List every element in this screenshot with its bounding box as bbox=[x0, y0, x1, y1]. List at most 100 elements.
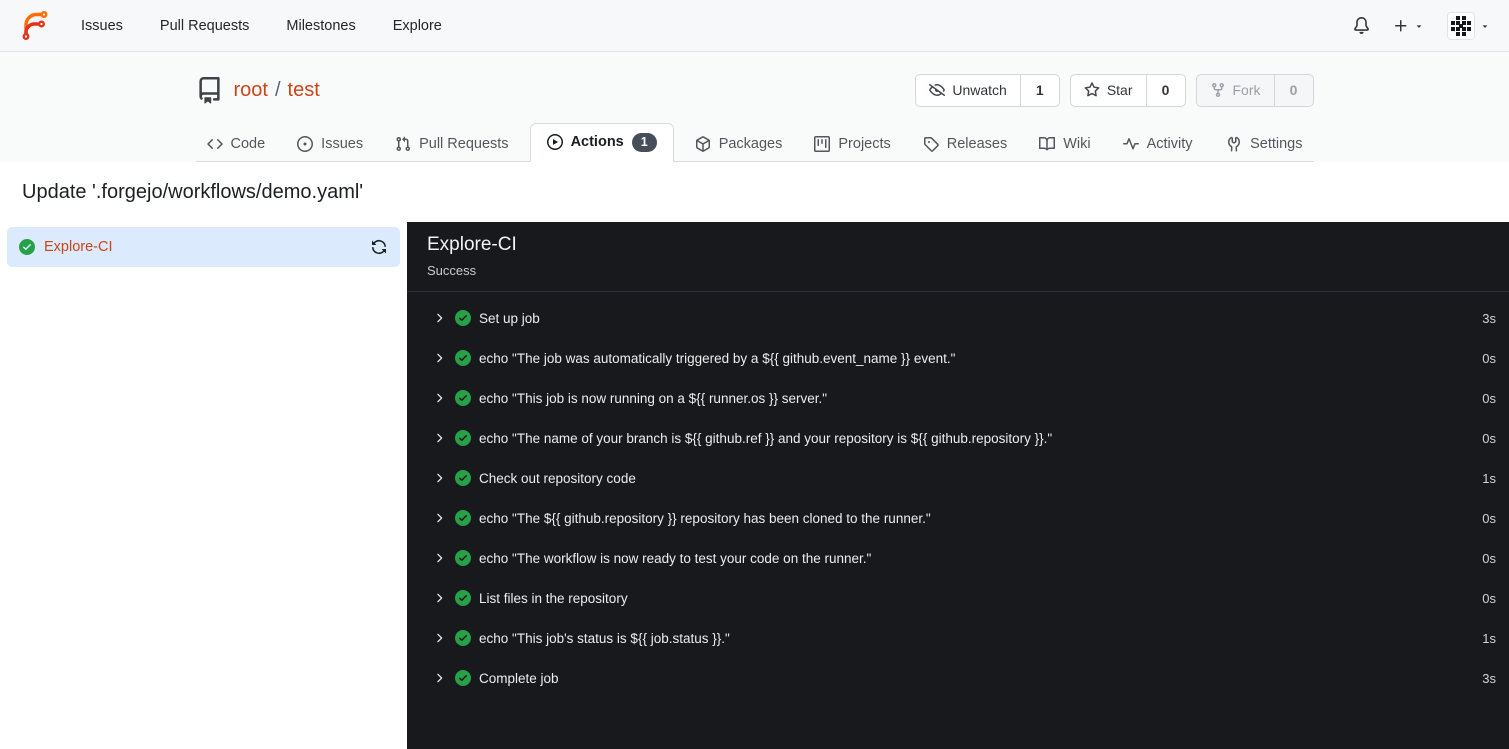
stars-count[interactable]: 0 bbox=[1145, 74, 1185, 106]
forks-count[interactable]: 0 bbox=[1273, 74, 1313, 106]
navbar-right bbox=[1353, 11, 1490, 40]
check-circle-icon bbox=[455, 590, 471, 606]
tab-packages[interactable]: Packages bbox=[684, 127, 794, 161]
step-duration: 1s bbox=[1482, 630, 1496, 646]
run-log-panel: Explore-CI Success Set up job 3s echo "The… bbox=[407, 222, 1509, 749]
tab-label: Packages bbox=[718, 136, 783, 152]
repo-separator: / bbox=[274, 78, 281, 101]
tab-label: Issues bbox=[321, 136, 364, 152]
user-menu-dropdown[interactable] bbox=[1447, 11, 1490, 40]
step-row[interactable]: Set up job 3s bbox=[407, 298, 1509, 338]
step-duration: 0s bbox=[1482, 350, 1496, 366]
fork-button-group: Fork 0 bbox=[1195, 73, 1314, 107]
step-duration: 0s bbox=[1482, 430, 1496, 446]
chevron-right-icon[interactable] bbox=[432, 471, 446, 485]
star-button[interactable]: Star bbox=[1071, 75, 1146, 106]
rerun-job-button[interactable] bbox=[371, 239, 387, 255]
nav-item-issues[interactable]: Issues bbox=[81, 14, 123, 38]
tools-icon bbox=[1228, 136, 1241, 152]
repo-name-link[interactable]: test bbox=[288, 79, 320, 102]
tab-releases[interactable]: Releases bbox=[912, 127, 1018, 161]
tag-icon bbox=[923, 137, 939, 152]
unwatch-button[interactable]: Unwatch bbox=[916, 75, 1019, 106]
check-circle-icon bbox=[19, 239, 35, 255]
step-row[interactable]: Check out repository code 1s bbox=[407, 458, 1509, 498]
fork-label: Fork bbox=[1232, 82, 1261, 98]
chevron-right-icon[interactable] bbox=[432, 511, 446, 525]
repo-action-buttons: Unwatch 1 Star 0 Fork 0 bbox=[915, 73, 1314, 107]
nav-item-explore[interactable]: Explore bbox=[393, 14, 442, 38]
check-circle-icon bbox=[455, 350, 471, 366]
tab-projects[interactable]: Projects bbox=[803, 127, 901, 161]
pulse-icon bbox=[1122, 138, 1139, 150]
tab-label: Wiki bbox=[1063, 136, 1091, 152]
play-circle-icon bbox=[546, 134, 563, 151]
forgejo-logo[interactable] bbox=[19, 9, 52, 42]
page-title: Update '.forgejo/workflows/demo.yaml' bbox=[22, 180, 364, 203]
nav-links: Issues Pull Requests Milestones Explore bbox=[81, 14, 442, 38]
chevron-right-icon[interactable] bbox=[432, 551, 446, 565]
chevron-right-icon[interactable] bbox=[432, 671, 446, 685]
star-icon bbox=[1084, 82, 1100, 97]
repo-icon bbox=[196, 76, 223, 104]
chevron-right-icon[interactable] bbox=[432, 351, 446, 365]
check-circle-icon bbox=[455, 670, 471, 686]
repo-owner-link[interactable]: root bbox=[234, 79, 268, 102]
tab-settings[interactable]: Settings bbox=[1215, 127, 1313, 161]
step-name: Complete job bbox=[479, 670, 559, 686]
step-row[interactable]: echo "The workflow is now ready to test … bbox=[407, 538, 1509, 578]
step-name: echo "This job's status is ${{ job.statu… bbox=[479, 630, 730, 646]
notifications-button[interactable] bbox=[1353, 17, 1370, 34]
step-row[interactable]: echo "The name of your branch is ${{ git… bbox=[407, 418, 1509, 458]
tab-actions[interactable]: Actions 1 bbox=[529, 122, 674, 162]
check-circle-icon bbox=[455, 550, 471, 566]
nav-item-pull-requests[interactable]: Pull Requests bbox=[160, 14, 249, 38]
tab-label: Pull Requests bbox=[419, 136, 509, 152]
step-row[interactable]: List files in the repository 0s bbox=[407, 578, 1509, 618]
step-name: echo "This job is now running on a ${{ r… bbox=[479, 390, 828, 406]
fork-button[interactable]: Fork bbox=[1197, 75, 1274, 106]
run-status: Success bbox=[427, 263, 477, 278]
step-row[interactable]: Complete job 3s bbox=[407, 658, 1509, 698]
top-navbar: Issues Pull Requests Milestones Explore bbox=[0, 0, 1509, 52]
repo-tabbar: Code Issues Pull Requests Actions 1 Pack… bbox=[195, 122, 1314, 162]
chevron-right-icon[interactable] bbox=[432, 311, 446, 325]
actions-run-view: Explore-CI Explore-CI Success Set up job… bbox=[0, 222, 1509, 749]
tab-issues[interactable]: Issues bbox=[286, 127, 374, 161]
step-row[interactable]: echo "The job was automatically triggere… bbox=[407, 338, 1509, 378]
check-circle-icon bbox=[455, 390, 471, 406]
package-icon bbox=[695, 136, 710, 152]
issue-opened-icon bbox=[297, 136, 314, 152]
actions-count-badge: 1 bbox=[631, 132, 657, 152]
step-row[interactable]: echo "The ${{ github.repository }} repos… bbox=[407, 498, 1509, 538]
create-new-dropdown[interactable] bbox=[1393, 18, 1424, 34]
nav-item-milestones[interactable]: Milestones bbox=[286, 14, 355, 38]
star-button-group: Star 0 bbox=[1069, 73, 1186, 107]
step-duration: 0s bbox=[1482, 550, 1496, 566]
step-duration: 1s bbox=[1482, 470, 1496, 486]
watch-button-group: Unwatch 1 bbox=[915, 73, 1060, 107]
watchers-count[interactable]: 1 bbox=[1019, 74, 1059, 106]
tab-code[interactable]: Code bbox=[196, 127, 277, 161]
step-row[interactable]: echo "This job is now running on a ${{ r… bbox=[407, 378, 1509, 418]
tab-label: Releases bbox=[946, 136, 1008, 152]
step-name: List files in the repository bbox=[479, 590, 628, 606]
check-circle-icon bbox=[455, 310, 471, 326]
chevron-right-icon[interactable] bbox=[432, 591, 446, 605]
chevron-right-icon[interactable] bbox=[432, 631, 446, 645]
chevron-right-icon[interactable] bbox=[432, 391, 446, 405]
plus-icon bbox=[1395, 19, 1407, 31]
tab-wiki[interactable]: Wiki bbox=[1028, 127, 1101, 161]
code-icon bbox=[206, 139, 223, 149]
check-circle-icon bbox=[455, 630, 471, 646]
step-name: echo "The ${{ github.repository }} repos… bbox=[479, 510, 931, 526]
chevron-right-icon[interactable] bbox=[432, 431, 446, 445]
tab-pull-requests[interactable]: Pull Requests bbox=[384, 127, 519, 161]
tab-activity[interactable]: Activity bbox=[1112, 127, 1204, 161]
star-label: Star bbox=[1106, 82, 1133, 98]
chevron-down-icon bbox=[1482, 24, 1488, 28]
check-circle-icon bbox=[455, 430, 471, 446]
step-name: echo "The job was automatically triggere… bbox=[479, 350, 956, 366]
step-row[interactable]: echo "This job's status is ${{ job.statu… bbox=[407, 618, 1509, 658]
job-item-explore-ci[interactable]: Explore-CI bbox=[7, 227, 400, 267]
